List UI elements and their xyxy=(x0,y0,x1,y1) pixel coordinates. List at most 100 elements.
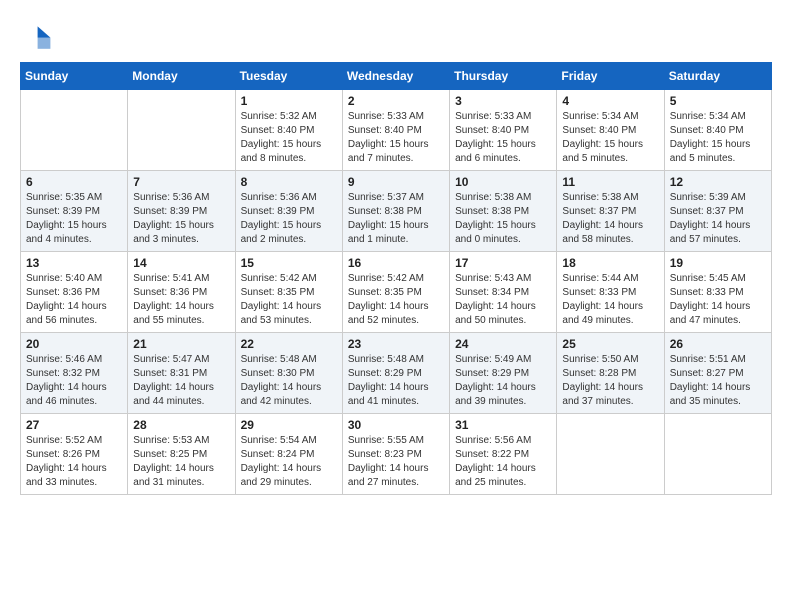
day-info: Sunrise: 5:36 AM Sunset: 8:39 PM Dayligh… xyxy=(133,191,229,247)
day-info: Sunrise: 5:35 AM Sunset: 8:39 PM Dayligh… xyxy=(26,191,122,247)
calendar-table: SundayMondayTuesdayWednesdayThursdayFrid… xyxy=(20,62,772,495)
weekday-header-wednesday: Wednesday xyxy=(342,63,449,90)
day-info: Sunrise: 5:38 AM Sunset: 8:38 PM Dayligh… xyxy=(455,191,551,247)
day-number: 10 xyxy=(455,175,551,189)
day-info: Sunrise: 5:36 AM Sunset: 8:39 PM Dayligh… xyxy=(241,191,337,247)
week-row-4: 20 Sunrise: 5:46 AM Sunset: 8:32 PM Dayli… xyxy=(21,333,772,414)
calendar-cell xyxy=(557,414,664,495)
week-row-5: 27 Sunrise: 5:52 AM Sunset: 8:26 PM Dayli… xyxy=(21,414,772,495)
day-number: 29 xyxy=(241,418,337,432)
day-number: 3 xyxy=(455,94,551,108)
weekday-header-monday: Monday xyxy=(128,63,235,90)
day-info: Sunrise: 5:39 AM Sunset: 8:37 PM Dayligh… xyxy=(670,191,766,247)
day-number: 27 xyxy=(26,418,122,432)
week-row-2: 6 Sunrise: 5:35 AM Sunset: 8:39 PM Daylig… xyxy=(21,171,772,252)
day-info: Sunrise: 5:48 AM Sunset: 8:29 PM Dayligh… xyxy=(348,353,444,409)
day-info: Sunrise: 5:53 AM Sunset: 8:25 PM Dayligh… xyxy=(133,434,229,490)
day-number: 7 xyxy=(133,175,229,189)
day-info: Sunrise: 5:48 AM Sunset: 8:30 PM Dayligh… xyxy=(241,353,337,409)
day-info: Sunrise: 5:51 AM Sunset: 8:27 PM Dayligh… xyxy=(670,353,766,409)
calendar-cell: 17Sunrise: 5:43 AM Sunset: 8:34 PM Dayli… xyxy=(450,252,557,333)
calendar-cell: 23 Sunrise: 5:48 AM Sunset: 8:29 PM Dayli… xyxy=(342,333,449,414)
day-info: Sunrise: 5:32 AM Sunset: 8:40 PM Dayligh… xyxy=(241,110,337,166)
calendar-cell: 30 Sunrise: 5:55 AM Sunset: 8:23 PM Dayli… xyxy=(342,414,449,495)
day-info: Sunrise: 5:33 AM Sunset: 8:40 PM Dayligh… xyxy=(348,110,444,166)
day-number: 31 xyxy=(455,418,551,432)
day-number: 21 xyxy=(133,337,229,351)
day-number: 9 xyxy=(348,175,444,189)
day-number: 2 xyxy=(348,94,444,108)
day-number: 28 xyxy=(133,418,229,432)
calendar-cell: 13 Sunrise: 5:40 AM Sunset: 8:36 PM Dayli… xyxy=(21,252,128,333)
day-number: 22 xyxy=(241,337,337,351)
day-number: 17 xyxy=(455,256,551,270)
calendar-cell: 14 Sunrise: 5:41 AM Sunset: 8:36 PM Dayli… xyxy=(128,252,235,333)
day-info: Sunrise: 5:41 AM Sunset: 8:36 PM Dayligh… xyxy=(133,272,229,328)
day-number: 12 xyxy=(670,175,766,189)
day-number: 1 xyxy=(241,94,337,108)
calendar-cell: 5 Sunrise: 5:34 AM Sunset: 8:40 PM Daylig… xyxy=(664,90,771,171)
day-info: Sunrise: 5:34 AM Sunset: 8:40 PM Dayligh… xyxy=(562,110,658,166)
week-row-3: 13 Sunrise: 5:40 AM Sunset: 8:36 PM Dayli… xyxy=(21,252,772,333)
logo-icon xyxy=(20,20,52,52)
weekday-header-saturday: Saturday xyxy=(664,63,771,90)
day-info: Sunrise: 5:55 AM Sunset: 8:23 PM Dayligh… xyxy=(348,434,444,490)
day-info: Sunrise: 5:50 AM Sunset: 8:28 PM Dayligh… xyxy=(562,353,658,409)
calendar-cell xyxy=(21,90,128,171)
day-number: 15 xyxy=(241,256,337,270)
day-number: 11 xyxy=(562,175,658,189)
day-info: Sunrise: 5:46 AM Sunset: 8:32 PM Dayligh… xyxy=(26,353,122,409)
calendar-cell: 29Sunrise: 5:54 AM Sunset: 8:24 PM Dayli… xyxy=(235,414,342,495)
calendar-cell: 12 Sunrise: 5:39 AM Sunset: 8:37 PM Dayli… xyxy=(664,171,771,252)
day-number: 6 xyxy=(26,175,122,189)
day-number: 19 xyxy=(670,256,766,270)
day-info: Sunrise: 5:47 AM Sunset: 8:31 PM Dayligh… xyxy=(133,353,229,409)
calendar-cell: 15 Sunrise: 5:42 AM Sunset: 8:35 PM Dayli… xyxy=(235,252,342,333)
calendar-cell: 31Sunrise: 5:56 AM Sunset: 8:22 PM Dayli… xyxy=(450,414,557,495)
day-info: Sunrise: 5:52 AM Sunset: 8:26 PM Dayligh… xyxy=(26,434,122,490)
day-number: 13 xyxy=(26,256,122,270)
calendar-cell: 21 Sunrise: 5:47 AM Sunset: 8:31 PM Dayli… xyxy=(128,333,235,414)
calendar-cell: 26Sunrise: 5:51 AM Sunset: 8:27 PM Dayli… xyxy=(664,333,771,414)
calendar-cell: 10 Sunrise: 5:38 AM Sunset: 8:38 PM Dayli… xyxy=(450,171,557,252)
day-number: 23 xyxy=(348,337,444,351)
weekday-header-row: SundayMondayTuesdayWednesdayThursdayFrid… xyxy=(21,63,772,90)
day-info: Sunrise: 5:37 AM Sunset: 8:38 PM Dayligh… xyxy=(348,191,444,247)
calendar-cell: 25Sunrise: 5:50 AM Sunset: 8:28 PM Dayli… xyxy=(557,333,664,414)
day-info: Sunrise: 5:38 AM Sunset: 8:37 PM Dayligh… xyxy=(562,191,658,247)
calendar-cell: 19 Sunrise: 5:45 AM Sunset: 8:33 PM Dayli… xyxy=(664,252,771,333)
day-info: Sunrise: 5:42 AM Sunset: 8:35 PM Dayligh… xyxy=(241,272,337,328)
calendar-cell: 22 Sunrise: 5:48 AM Sunset: 8:30 PM Dayli… xyxy=(235,333,342,414)
day-number: 30 xyxy=(348,418,444,432)
weekday-header-thursday: Thursday xyxy=(450,63,557,90)
day-info: Sunrise: 5:42 AM Sunset: 8:35 PM Dayligh… xyxy=(348,272,444,328)
day-number: 20 xyxy=(26,337,122,351)
day-info: Sunrise: 5:40 AM Sunset: 8:36 PM Dayligh… xyxy=(26,272,122,328)
day-number: 4 xyxy=(562,94,658,108)
calendar-cell: 2 Sunrise: 5:33 AM Sunset: 8:40 PM Daylig… xyxy=(342,90,449,171)
day-number: 14 xyxy=(133,256,229,270)
calendar-cell: 11 Sunrise: 5:38 AM Sunset: 8:37 PM Dayli… xyxy=(557,171,664,252)
day-number: 8 xyxy=(241,175,337,189)
day-number: 18 xyxy=(562,256,658,270)
day-info: Sunrise: 5:33 AM Sunset: 8:40 PM Dayligh… xyxy=(455,110,551,166)
calendar-cell xyxy=(128,90,235,171)
calendar-cell: 9 Sunrise: 5:37 AM Sunset: 8:38 PM Daylig… xyxy=(342,171,449,252)
calendar-cell: 16 Sunrise: 5:42 AM Sunset: 8:35 PM Dayli… xyxy=(342,252,449,333)
calendar-cell: 28 Sunrise: 5:53 AM Sunset: 8:25 PM Dayli… xyxy=(128,414,235,495)
logo xyxy=(20,20,56,52)
calendar-cell: 3 Sunrise: 5:33 AM Sunset: 8:40 PM Daylig… xyxy=(450,90,557,171)
day-info: Sunrise: 5:34 AM Sunset: 8:40 PM Dayligh… xyxy=(670,110,766,166)
calendar-cell: 18Sunrise: 5:44 AM Sunset: 8:33 PM Dayli… xyxy=(557,252,664,333)
day-number: 16 xyxy=(348,256,444,270)
calendar-cell xyxy=(664,414,771,495)
weekday-header-sunday: Sunday xyxy=(21,63,128,90)
day-info: Sunrise: 5:45 AM Sunset: 8:33 PM Dayligh… xyxy=(670,272,766,328)
calendar-cell: 4 Sunrise: 5:34 AM Sunset: 8:40 PM Daylig… xyxy=(557,90,664,171)
day-info: Sunrise: 5:49 AM Sunset: 8:29 PM Dayligh… xyxy=(455,353,551,409)
day-number: 5 xyxy=(670,94,766,108)
week-row-1: 1 Sunrise: 5:32 AM Sunset: 8:40 PM Daylig… xyxy=(21,90,772,171)
weekday-header-tuesday: Tuesday xyxy=(235,63,342,90)
calendar-cell: 6 Sunrise: 5:35 AM Sunset: 8:39 PM Daylig… xyxy=(21,171,128,252)
calendar-cell: 7 Sunrise: 5:36 AM Sunset: 8:39 PM Daylig… xyxy=(128,171,235,252)
